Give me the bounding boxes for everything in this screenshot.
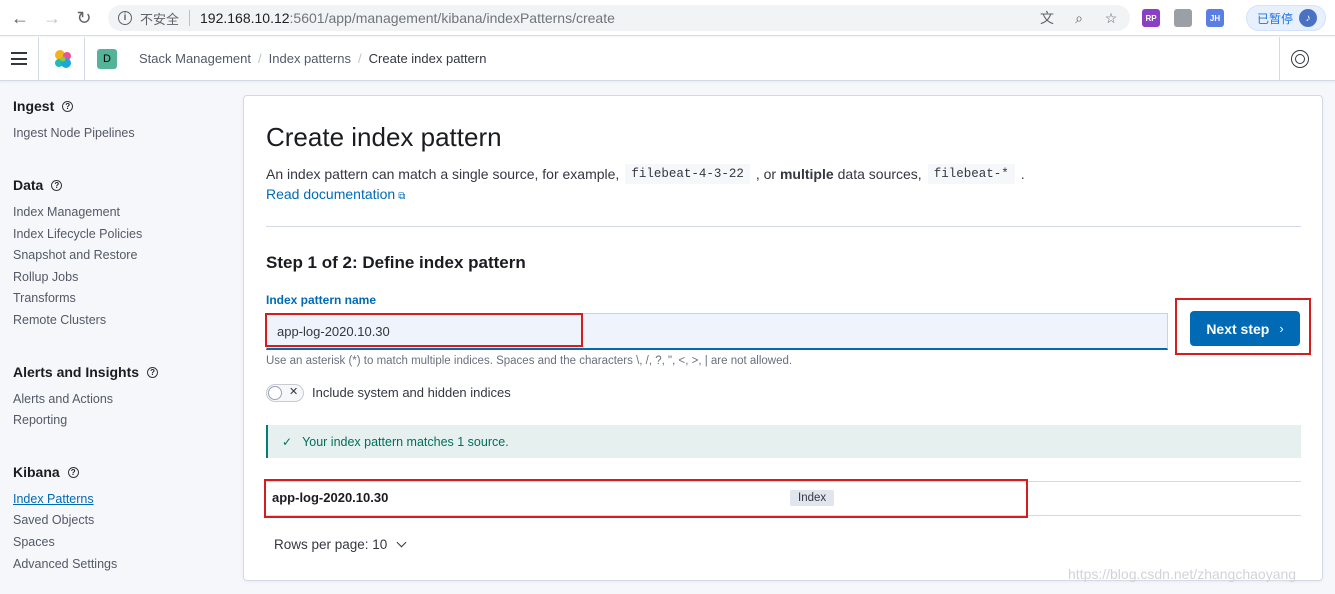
sidebar-group-kibana: Kibana? [13, 464, 79, 480]
url-separator [189, 10, 191, 26]
header-divider [38, 37, 39, 81]
include-hidden-label: Include system and hidden indices [312, 385, 511, 400]
menu-icon[interactable] [11, 52, 27, 65]
breadcrumb: Stack Management / Index patterns / Crea… [139, 51, 486, 66]
annotation-box-input [265, 313, 583, 347]
url-host: 192.168.10.12 [200, 10, 290, 26]
bookmark-star-icon[interactable]: ☆ [1102, 9, 1120, 27]
external-link-icon: ⧉ [398, 191, 406, 202]
extension-rp-icon[interactable]: RP [1142, 9, 1160, 27]
sidebar-item-snapshot-and-restore[interactable]: Snapshot and Restore [13, 248, 137, 262]
forward-arrow-icon[interactable]: → [38, 4, 66, 32]
breadcrumb-stack-management[interactable]: Stack Management [139, 51, 251, 66]
insecure-label: 不安全 [140, 11, 180, 27]
breadcrumb-separator: / [258, 51, 262, 66]
help-icon[interactable] [1291, 50, 1309, 68]
sidebar-item-transforms[interactable]: Transforms [13, 291, 76, 305]
desc-prefix: An index pattern can match a single sour… [266, 166, 620, 182]
extension-rp-label: RP [1145, 13, 1157, 23]
question-icon[interactable]: ? [67, 466, 79, 478]
sidebar-item-rollup-jobs[interactable]: Rollup Jobs [13, 270, 78, 284]
extension-jh-icon[interactable]: JH [1206, 9, 1224, 27]
page-description: An index pattern can match a single sour… [266, 164, 1025, 184]
sidebar-group-title: Kibana [13, 464, 60, 480]
match-success-callout: ✓ Your index pattern matches 1 source. [266, 425, 1301, 458]
chevron-down-icon [396, 537, 407, 548]
back-arrow-icon[interactable]: ← [6, 4, 34, 32]
desc-multiple: multiple [779, 166, 834, 182]
sidebar-item-saved-objects[interactable]: Saved Objects [13, 513, 94, 527]
info-icon[interactable]: i [118, 11, 132, 25]
cross-icon: ✕ [289, 386, 299, 398]
include-hidden-toggle[interactable]: ✕ [266, 384, 304, 402]
breadcrumb-current: Create index pattern [368, 51, 487, 66]
callout-text: Your index pattern matches 1 source. [302, 434, 509, 449]
browser-toolbar: ← → ↻ i 不安全 192.168.10.12:5601/app/manag… [0, 0, 1335, 36]
watermark: https://blog.csdn.net/zhangchaoyang [1068, 566, 1297, 582]
management-sidebar: Ingest? Ingest Node Pipelines Data? Inde… [0, 82, 240, 594]
toggle-knob [268, 386, 282, 400]
breadcrumb-separator: / [358, 51, 362, 66]
kibana-header: D Stack Management / Index patterns / Cr… [0, 37, 1335, 81]
breadcrumb-index-patterns[interactable]: Index patterns [269, 51, 351, 66]
profile-avatar: ♪ [1299, 9, 1318, 27]
space-avatar[interactable]: D [97, 49, 117, 69]
address-bar[interactable]: i 不安全 192.168.10.12:5601/app/management/… [108, 5, 1130, 31]
sidebar-group-title: Ingest [13, 98, 55, 114]
question-icon[interactable]: ? [51, 179, 63, 191]
extension-jh-label: JH [1209, 13, 1221, 23]
sidebar-item-advanced-settings[interactable]: Advanced Settings [13, 557, 117, 571]
paused-label: 已暂停 [1257, 11, 1294, 26]
question-icon[interactable]: ? [62, 100, 74, 112]
desc-mid: data sources, [837, 166, 922, 182]
sidebar-item-spaces[interactable]: Spaces [13, 535, 55, 549]
read-documentation-link[interactable]: Read documentation ⧉ [266, 186, 405, 202]
elastic-logo-icon[interactable] [52, 48, 74, 70]
sidebar-group-alerts-and-insights: Alerts and Insights? [13, 364, 159, 380]
sidebar-item-remote-clusters[interactable]: Remote Clusters [13, 313, 106, 327]
sidebar-item-ingest-node-pipelines[interactable]: Ingest Node Pipelines [13, 126, 135, 140]
step-title: Step 1 of 2: Define index pattern [266, 253, 526, 272]
desc-end: . [1020, 166, 1025, 182]
annotation-box-result [264, 479, 1028, 518]
section-divider [266, 226, 1301, 227]
rows-per-page-button[interactable]: Rows per page: 10 [274, 537, 407, 552]
reload-icon[interactable]: ↻ [70, 4, 98, 32]
extension-puzzle-icon[interactable] [1174, 9, 1192, 27]
check-icon: ✓ [282, 434, 293, 449]
url-path: :5601/app/management/kibana/indexPattern… [289, 10, 615, 26]
page-title: Create index pattern [266, 122, 502, 152]
sidebar-item-alerts-and-actions[interactable]: Alerts and Actions [13, 392, 113, 406]
profile-paused-button[interactable]: 已暂停 ♪ [1246, 5, 1326, 31]
annotation-box-next-step [1175, 298, 1311, 355]
index-pattern-name-label: Index pattern name [266, 293, 377, 307]
sidebar-item-index-patterns[interactable]: Index Patterns [13, 492, 94, 506]
example-single-code: filebeat-4-3-22 [625, 164, 750, 184]
zoom-icon[interactable]: ⌕ [1070, 9, 1088, 27]
header-divider [84, 37, 85, 81]
sidebar-group-title: Alerts and Insights [13, 364, 140, 380]
sidebar-item-reporting[interactable]: Reporting [13, 413, 67, 427]
example-multi-code: filebeat-* [927, 164, 1015, 184]
sidebar-group-ingest: Ingest? [13, 98, 74, 114]
sidebar-group-data: Data? [13, 177, 63, 193]
sidebar-item-index-lifecycle-policies[interactable]: Index Lifecycle Policies [13, 227, 142, 241]
translate-icon[interactable]: 文 [1038, 9, 1056, 27]
desc-or: , or [755, 166, 777, 182]
sidebar-group-title: Data [13, 177, 44, 193]
rows-per-page-label: Rows per page: 10 [274, 537, 388, 552]
header-divider [1279, 37, 1280, 81]
sidebar-item-index-management[interactable]: Index Management [13, 205, 120, 219]
question-icon[interactable]: ? [147, 366, 159, 378]
doc-link-label: Read documentation [266, 186, 396, 202]
index-pattern-help-text: Use an asterisk (*) to match multiple in… [266, 355, 793, 367]
